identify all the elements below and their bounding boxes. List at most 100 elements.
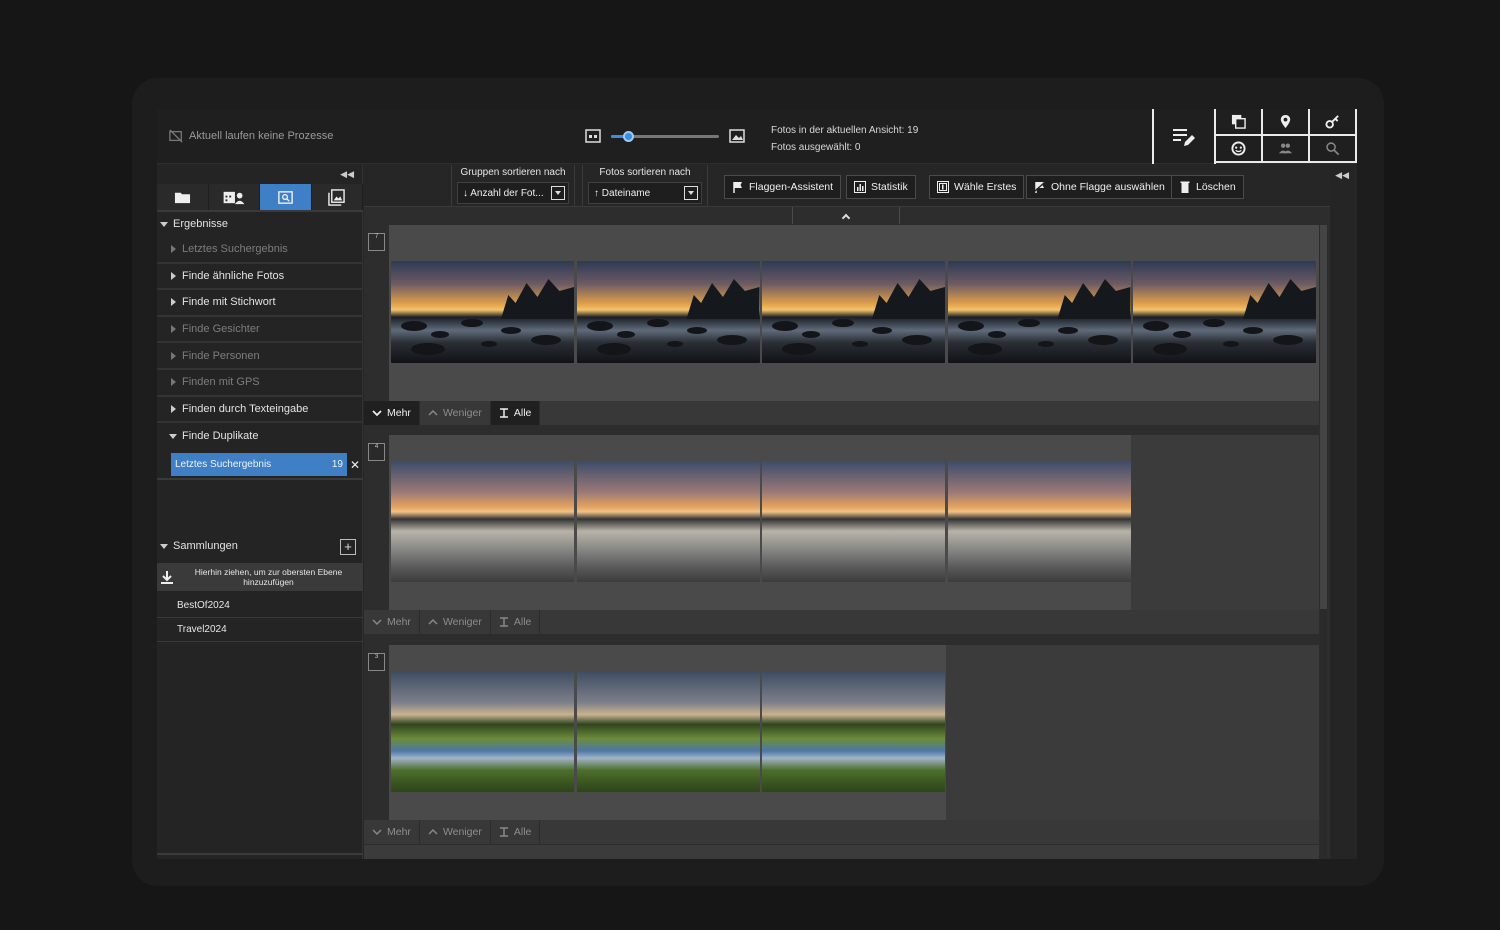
rock-shape (666, 341, 683, 347)
people-icon (1278, 143, 1293, 154)
collection-item[interactable]: Travel2024 (157, 618, 363, 642)
tab-search[interactable] (260, 184, 312, 210)
group-count-badge: 3 (368, 653, 385, 671)
photos-in-view: Fotos in der aktuellen Ansicht: 19 (771, 125, 919, 136)
less-button[interactable]: Weniger (420, 610, 491, 634)
rock-shape (832, 319, 854, 327)
results-header[interactable]: Ergebnisse (157, 213, 363, 235)
all-label: Alle (513, 826, 532, 838)
sidebar-item-last-result[interactable]: Letztes Suchergebnis (157, 237, 363, 264)
photo-thumbnail[interactable] (762, 671, 945, 792)
more-button[interactable]: Mehr (364, 401, 420, 425)
photo-sort-value-wrap: ↑ Dateiname (594, 187, 651, 199)
all-button[interactable]: Alle (491, 610, 541, 634)
small-thumbnail-icon[interactable] (585, 128, 601, 144)
sidebar-item-duplicates[interactable]: Finde Duplikate (157, 423, 363, 450)
tab-albums[interactable] (311, 184, 363, 210)
photo-thumbnail[interactable] (1133, 261, 1316, 363)
collections-header[interactable]: Sammlungen (157, 535, 363, 557)
collection-label: BestOf2024 (177, 600, 230, 611)
photo-thumbnail[interactable] (391, 261, 574, 363)
chevron-down-icon (372, 829, 382, 836)
rock-shape (1153, 343, 1187, 355)
collection-item[interactable]: BestOf2024 (157, 594, 363, 618)
rock-shape (411, 343, 445, 355)
scrollbar-thumb[interactable] (1320, 225, 1327, 609)
sidebar-item-similar[interactable]: Finde ähnliche Fotos (157, 264, 363, 291)
photo-thumbnail[interactable] (391, 461, 574, 582)
zoom-slider-handle[interactable] (623, 130, 635, 142)
collapse-toolbar-button[interactable] (792, 207, 900, 224)
large-thumbnail-icon[interactable] (729, 128, 745, 144)
more-label: Mehr (387, 616, 411, 628)
group-sort-value-wrap: ↓ Anzahl der Fot... (463, 187, 544, 199)
calendar-people-icon (223, 191, 245, 204)
caret-right-icon (171, 298, 176, 307)
tab-calendar-people[interactable] (208, 184, 260, 210)
selected-result-row: Letztes Suchergebnis 19 ✕ (171, 453, 363, 476)
close-icon[interactable]: ✕ (347, 458, 363, 472)
less-button[interactable]: Weniger (420, 401, 491, 425)
all-button[interactable]: Alle (490, 401, 541, 425)
tab-folders[interactable] (157, 184, 209, 210)
search-button[interactable] (1310, 136, 1357, 163)
expand-all-icon (499, 408, 508, 418)
rock-shape (586, 321, 613, 331)
photo-thumbnail[interactable] (576, 671, 760, 792)
results-header-label: Ergebnisse (173, 218, 229, 230)
add-collection-button[interactable]: + (340, 539, 356, 555)
key-button[interactable] (1310, 109, 1357, 136)
photo-thumbnail[interactable] (762, 461, 945, 582)
rock-shape (872, 327, 892, 334)
flag-assistant-button[interactable]: Flaggen-Assistent (724, 175, 842, 199)
sidebar-item-text[interactable]: Finden durch Texteingabe (157, 397, 363, 424)
all-button[interactable]: Alle (491, 820, 541, 844)
collapse-right-panel-icon[interactable]: ◀◀ (1335, 170, 1349, 181)
last-result-item[interactable]: Letztes Suchergebnis 19 (171, 453, 347, 476)
flag-icon (733, 182, 742, 193)
choose-first-button[interactable]: Wähle Erstes (929, 175, 1025, 199)
statistics-button[interactable]: Statistik (846, 175, 916, 199)
people-button[interactable] (1263, 136, 1310, 163)
photo-thumbnail[interactable] (947, 261, 1131, 363)
less-button[interactable]: Weniger (420, 820, 491, 844)
top-bar: Aktuell laufen keine Prozesse Fotos in d… (157, 109, 1357, 164)
location-button[interactable] (1263, 109, 1310, 136)
collapse-sidebar-icon[interactable]: ◀◀ (340, 169, 354, 180)
expand-caret-icon (160, 543, 168, 549)
select-without-flag-button[interactable]: Ohne Flagge auswählen (1026, 175, 1173, 199)
right-panel-strip: ◀◀ (1330, 165, 1357, 859)
edit-list-button[interactable] (1152, 109, 1214, 164)
rock-shape (1017, 319, 1040, 327)
sidebar-item-persons[interactable]: Finde Personen (157, 343, 363, 370)
group-footer: Mehr Weniger Alle (364, 820, 1319, 844)
expand-caret-icon (160, 221, 168, 227)
photo-thumbnail[interactable] (391, 671, 574, 792)
group-sort-select[interactable]: ↓ Anzahl der Fot... (457, 182, 569, 204)
expand-all-icon (499, 617, 508, 627)
rock-shape (1273, 335, 1303, 345)
drop-zone[interactable]: Hierhin ziehen, um zur obersten Ebene hi… (157, 563, 363, 591)
duplicates-button[interactable] (1216, 109, 1263, 136)
more-button[interactable]: Mehr (364, 820, 420, 844)
face-button[interactable] (1216, 136, 1263, 163)
photo-thumbnail[interactable] (762, 261, 945, 363)
zoom-slider[interactable] (611, 130, 719, 142)
chevron-down-icon (372, 619, 382, 626)
rock-shape (957, 321, 984, 331)
duplicates-icon (1231, 114, 1246, 129)
sidebar-item-label: Finde Personen (182, 349, 260, 362)
group-empty-area (1131, 435, 1319, 610)
photo-thumbnail[interactable] (576, 461, 760, 582)
more-button[interactable]: Mehr (364, 610, 420, 634)
photo-thumbnail[interactable] (947, 461, 1131, 582)
sidebar-item-keyword[interactable]: Finde mit Stichwort (157, 290, 363, 317)
sidebar-item-gps[interactable]: Finden mit GPS (157, 370, 363, 397)
delete-button[interactable]: Löschen (1171, 175, 1244, 199)
sidebar-item-faces[interactable]: Finde Gesichter (157, 317, 363, 344)
photo-sort-select[interactable]: ↑ Dateiname (588, 182, 702, 204)
statistics-label: Statistik (871, 181, 908, 193)
group-images (389, 225, 1319, 402)
rock-shape (772, 321, 798, 331)
photo-thumbnail[interactable] (576, 261, 760, 363)
